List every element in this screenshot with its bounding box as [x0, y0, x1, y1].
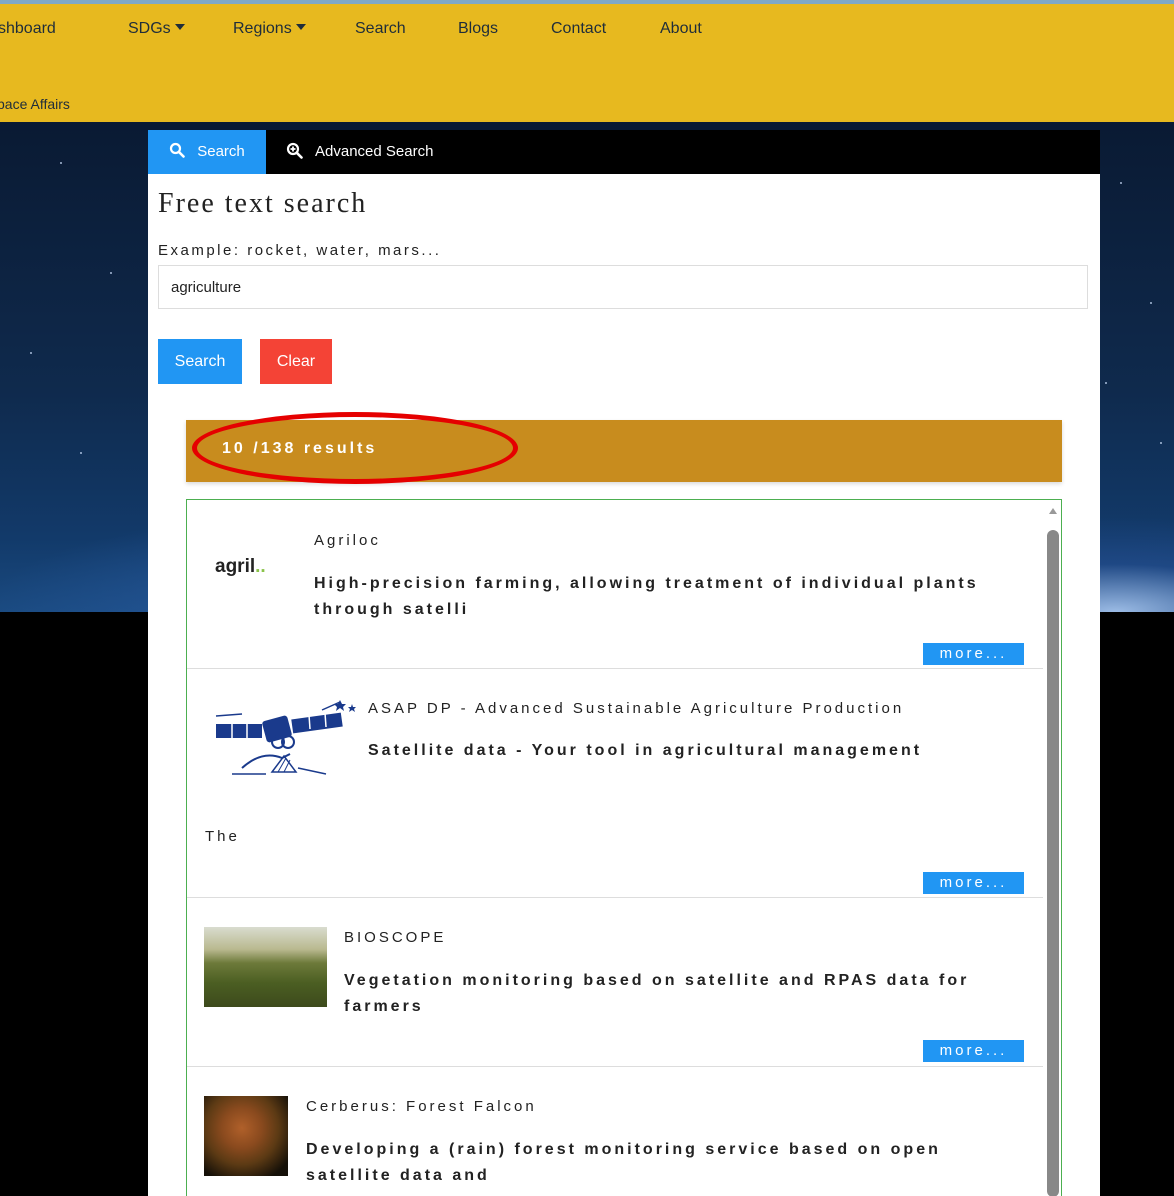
forest-map-image — [204, 1096, 288, 1176]
agriloc-logo: agril.. — [215, 556, 266, 577]
more-button[interactable]: more... — [923, 872, 1024, 894]
nav-item-blogs[interactable]: Blogs — [458, 20, 498, 38]
search-input[interactable] — [158, 265, 1088, 309]
top-nav-bar: shboard SDGs Regions Search Blogs Contac… — [0, 0, 1174, 122]
result-name: Agriloc — [314, 532, 381, 549]
more-button[interactable]: more... — [923, 1040, 1024, 1062]
clear-button[interactable]: Clear — [260, 339, 332, 384]
results-scrollbar[interactable] — [1043, 500, 1061, 1196]
satellite-logo — [215, 700, 356, 775]
search-tabs: Search Advanced Search — [148, 130, 1100, 174]
result-description: Satellite data - Your tool in agricultur… — [368, 742, 923, 759]
result-description: High-precision farming, allowing treatme… — [314, 575, 979, 618]
nav-item-dashboard[interactable]: shboard — [0, 20, 56, 38]
result-name: Cerberus: Forest Falcon — [306, 1098, 537, 1115]
caret-down-icon — [295, 23, 306, 30]
scroll-thumb[interactable] — [1047, 530, 1059, 1196]
results-count: 10 /138 results — [222, 440, 378, 457]
results-list: agril.. Agriloc High-precision farming, … — [186, 499, 1062, 1196]
nav-item-regions[interactable]: Regions — [233, 20, 306, 38]
search-icon — [170, 142, 186, 158]
nav-item-sdgs[interactable]: SDGs — [128, 20, 185, 38]
search-plus-icon — [286, 142, 303, 159]
tab-advanced-search[interactable]: Advanced Search — [286, 130, 433, 174]
list-item: BIOSCOPE Vegetation monitoring based on … — [187, 897, 1043, 1067]
search-button[interactable]: Search — [158, 339, 242, 384]
list-item: agril.. Agriloc High-precision farming, … — [187, 500, 1043, 669]
nav-item-search[interactable]: Search — [355, 20, 406, 38]
result-excerpt: The — [205, 828, 240, 845]
nav-item-about[interactable]: About — [660, 20, 702, 38]
search-panel: Search Advanced Search Free text search … — [148, 130, 1100, 1196]
tab-search[interactable]: Search — [148, 130, 266, 174]
wheat-field-image — [204, 927, 327, 1007]
results-header: 10 /138 results — [186, 412, 1062, 484]
top-strip — [0, 0, 1174, 4]
result-name: ASAP DP - Advanced Sustainable Agricultu… — [368, 700, 905, 717]
more-button[interactable]: more... — [923, 643, 1024, 665]
search-example-label: Example: rocket, water, mars... — [158, 242, 442, 259]
site-subtitle: pace Affairs — [0, 96, 70, 112]
result-description: Developing a (rain) forest monitoring se… — [306, 1141, 941, 1184]
scroll-up-arrow-icon[interactable] — [1049, 508, 1057, 514]
caret-down-icon — [174, 23, 185, 30]
page-title: Free text search — [158, 188, 368, 219]
result-name: BIOSCOPE — [344, 929, 447, 946]
nav-item-contact[interactable]: Contact — [551, 20, 606, 38]
list-item: ASAP DP - Advanced Sustainable Agricultu… — [187, 668, 1043, 898]
result-description: Vegetation monitoring based on satellite… — [344, 972, 970, 1015]
list-item: Cerberus: Forest Falcon Developing a (ra… — [187, 1066, 1043, 1196]
